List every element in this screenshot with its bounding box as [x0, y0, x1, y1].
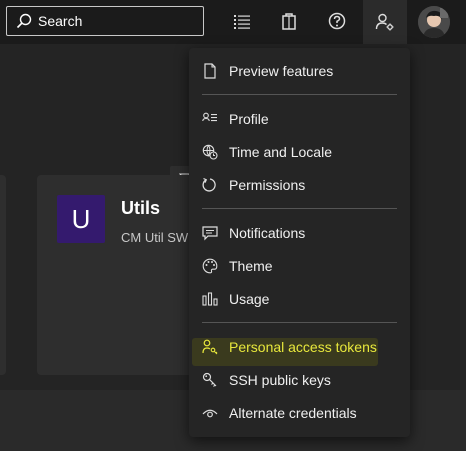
menu-item-label: Usage: [229, 291, 270, 307]
profile-icon: [202, 111, 218, 127]
search-box[interactable]: Search: [6, 6, 204, 36]
menu-item-label: Time and Locale: [229, 144, 332, 160]
key-icon: [202, 372, 218, 388]
project-title[interactable]: Utils: [121, 198, 160, 219]
top-bar: Search: [0, 0, 466, 44]
project-description: CM Util SW: [121, 230, 189, 245]
menu-item-permissions[interactable]: Permissions: [189, 170, 410, 200]
menu-item-preview-features[interactable]: Preview features: [189, 56, 410, 86]
menu-item-label: Alternate credentials: [229, 405, 357, 421]
menu-item-label: Notifications: [229, 225, 306, 241]
help-icon[interactable]: [327, 11, 347, 31]
menu-item-notifications[interactable]: Notifications: [189, 218, 410, 248]
menu-item-alternate-credentials[interactable]: Alternate credentials: [189, 398, 410, 428]
menu-item-label: Permissions: [229, 177, 306, 193]
menu-divider: [202, 322, 397, 323]
menu-item-label: Profile: [229, 111, 269, 127]
menu-item-label: Theme: [229, 258, 273, 274]
menu-item-label: Personal access tokens: [229, 339, 377, 355]
user-settings-icon: [375, 13, 394, 31]
globe-clock-icon: [202, 144, 218, 160]
menu-item-theme[interactable]: Theme: [189, 251, 410, 281]
user-settings-button[interactable]: [363, 0, 407, 44]
list-icon[interactable]: [232, 11, 252, 31]
menu-item-usage[interactable]: Usage: [189, 284, 410, 314]
project-tile: U: [57, 195, 105, 243]
bar-chart-icon: [202, 291, 218, 307]
avatar[interactable]: [418, 6, 450, 38]
menu-item-profile[interactable]: Profile: [189, 104, 410, 134]
key-person-icon: [202, 339, 218, 355]
menu-item-time-and-locale[interactable]: Time and Locale: [189, 137, 410, 167]
menu-item-personal-access-tokens[interactable]: Personal access tokens: [189, 332, 410, 362]
menu-item-label: SSH public keys: [229, 372, 331, 388]
menu-item-ssh-public-keys[interactable]: SSH public keys: [189, 365, 410, 395]
document-icon: [202, 63, 218, 79]
search-icon: [16, 13, 32, 29]
refresh-icon: [202, 177, 218, 193]
palette-icon: [202, 258, 218, 274]
shopping-bag-icon[interactable]: [279, 11, 299, 31]
user-settings-menu: Preview features Profile Time and Locale…: [189, 48, 410, 437]
menu-divider: [202, 208, 397, 209]
menu-item-label: Preview features: [229, 63, 334, 79]
menu-divider: [202, 94, 397, 95]
search-label: Search: [38, 13, 83, 29]
chat-icon: [202, 225, 218, 241]
project-card-left[interactable]: [0, 175, 6, 375]
eye-icon: [202, 405, 218, 421]
